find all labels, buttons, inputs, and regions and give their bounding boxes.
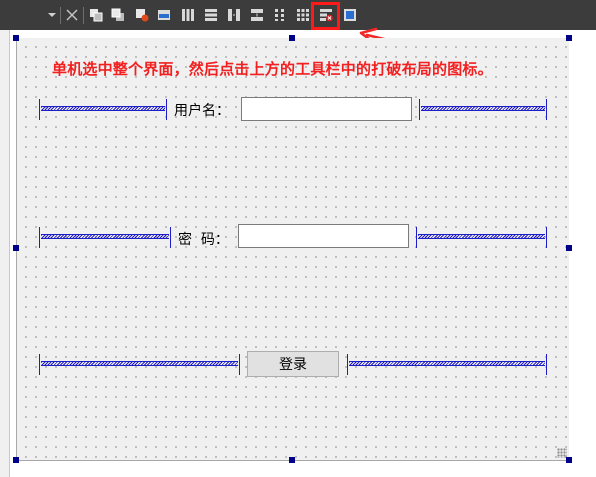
selection-handle[interactable] bbox=[566, 245, 572, 251]
selection-handle[interactable] bbox=[13, 245, 19, 251]
instruction-text: 单机选中整个界面，然后点击上方的工具栏中的打破布局的图标。 bbox=[52, 60, 493, 78]
selection-handle[interactable] bbox=[566, 457, 572, 463]
layout-grid-icon[interactable] bbox=[295, 6, 311, 24]
password-input[interactable] bbox=[238, 224, 409, 248]
dropdown-arrow-icon[interactable] bbox=[44, 6, 60, 24]
edit-tab-order-icon[interactable] bbox=[134, 6, 150, 24]
highlight-box bbox=[311, 2, 340, 30]
close-icon[interactable] bbox=[64, 6, 80, 24]
selection-handle[interactable] bbox=[566, 35, 572, 41]
password-label: 密 码： bbox=[178, 232, 229, 248]
horizontal-spacer[interactable] bbox=[416, 227, 547, 248]
selection-handle[interactable] bbox=[289, 457, 295, 463]
selection-handle[interactable] bbox=[13, 35, 19, 41]
layout-form-icon[interactable] bbox=[272, 6, 288, 24]
login-button[interactable]: 登录 bbox=[247, 351, 339, 377]
selection-handle[interactable] bbox=[289, 35, 295, 41]
edit-buddies-icon[interactable] bbox=[156, 6, 172, 24]
horizontal-spacer[interactable] bbox=[347, 354, 547, 375]
layout-horizontal-splitter-icon[interactable] bbox=[226, 6, 242, 24]
username-label: 用户名： bbox=[174, 103, 230, 119]
selection-handle[interactable] bbox=[13, 457, 19, 463]
layout-vertical-splitter-icon[interactable] bbox=[249, 6, 265, 24]
horizontal-spacer[interactable] bbox=[39, 354, 240, 375]
horizontal-spacer[interactable] bbox=[39, 99, 167, 120]
designer-toolbar bbox=[0, 0, 596, 30]
bring-to-front-icon[interactable] bbox=[110, 6, 126, 24]
username-input[interactable] bbox=[241, 97, 412, 121]
horizontal-spacer[interactable] bbox=[39, 227, 171, 248]
toolbar-separator bbox=[83, 7, 84, 24]
horizontal-spacer[interactable] bbox=[419, 99, 547, 120]
send-to-back-icon[interactable] bbox=[88, 6, 104, 24]
layout-vertical-icon[interactable] bbox=[203, 6, 219, 24]
layout-horizontal-icon[interactable] bbox=[180, 6, 196, 24]
toolbar-separator bbox=[60, 7, 61, 24]
left-panel-strip bbox=[0, 30, 10, 477]
